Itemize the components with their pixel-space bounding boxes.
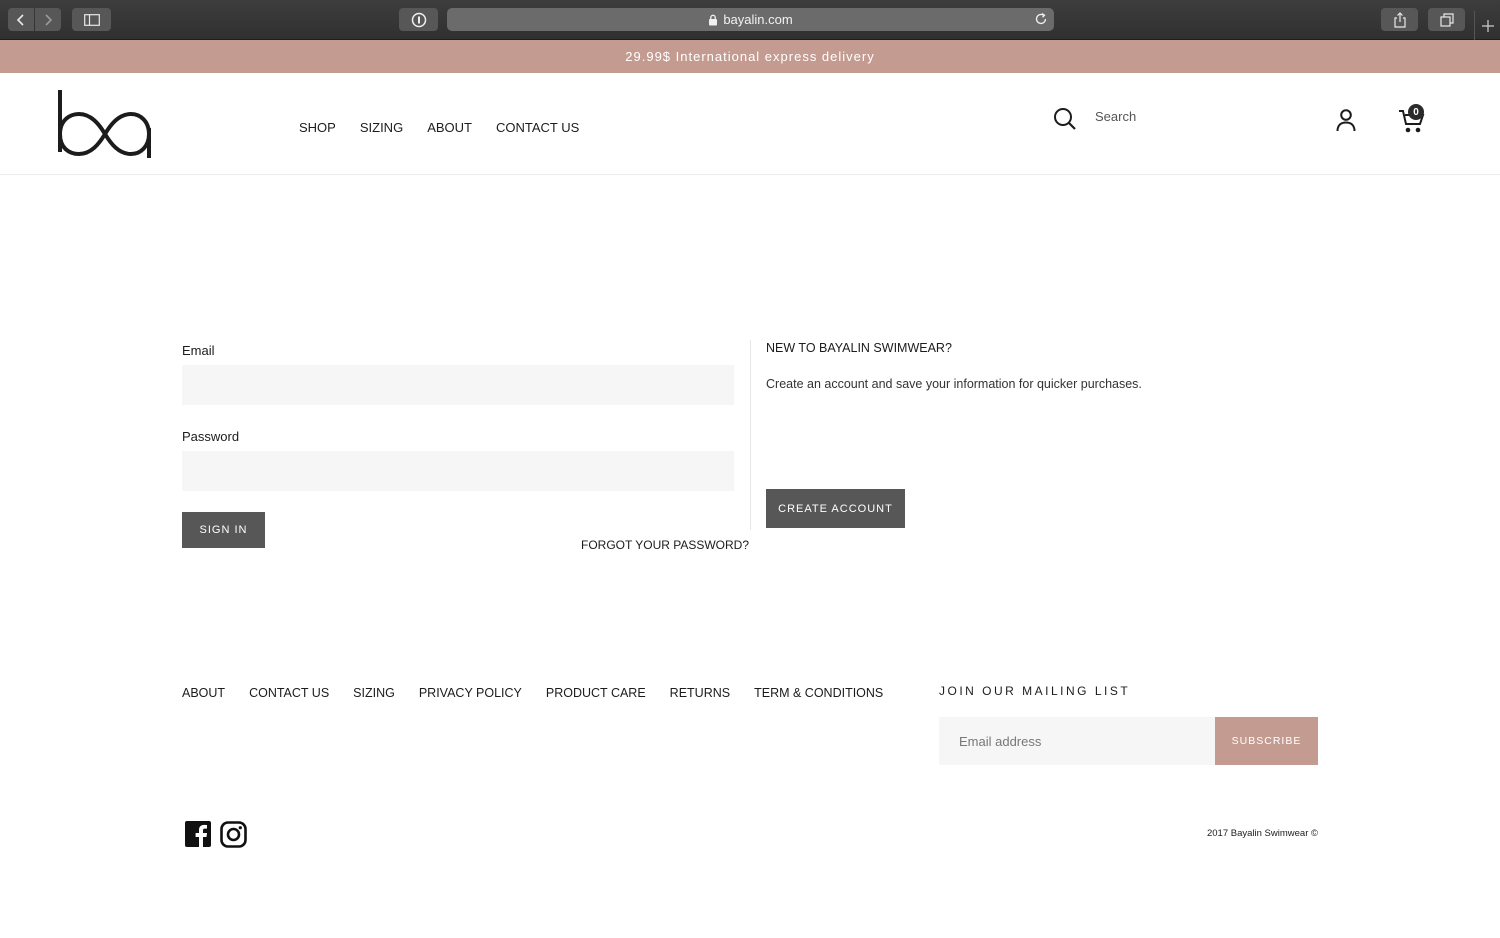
forgot-password-link[interactable]: FORGOT YOUR PASSWORD? xyxy=(581,538,749,552)
site-logo[interactable] xyxy=(57,90,153,163)
search-icon[interactable] xyxy=(1053,107,1077,131)
lock-icon xyxy=(709,14,718,25)
chevron-left-icon xyxy=(16,13,24,26)
nav-sizing[interactable]: SIZING xyxy=(360,120,403,135)
footer-nav: ABOUT CONTACT US SIZING PRIVACY POLICY P… xyxy=(182,686,883,700)
register-title: NEW TO BAYALIN SWIMWEAR? xyxy=(766,341,952,355)
cart-count-badge: 0 xyxy=(1408,104,1424,120)
footer-link-product-care[interactable]: PRODUCT CARE xyxy=(546,686,646,700)
sign-in-button[interactable]: SIGN IN xyxy=(182,512,265,548)
nav-contact-us[interactable]: CONTACT US xyxy=(496,120,579,135)
share-icon xyxy=(1393,11,1406,28)
main-nav: SHOP SIZING ABOUT CONTACT US xyxy=(299,120,579,135)
footer-link-privacy-policy[interactable]: PRIVACY POLICY xyxy=(419,686,522,700)
mailing-list-title: JOIN OUR MAILING LIST xyxy=(939,684,1131,698)
new-tab-button[interactable] xyxy=(1474,11,1500,40)
newsletter-email-input[interactable] xyxy=(939,717,1215,765)
announcement-text: 29.99$ International express delivery xyxy=(625,49,875,64)
nav-shop[interactable]: SHOP xyxy=(299,120,336,135)
password-button[interactable] xyxy=(399,8,438,31)
chevron-right-icon xyxy=(45,13,53,26)
footer-link-about[interactable]: ABOUT xyxy=(182,686,225,700)
copyright-text: 2017 Bayalin Swimwear © xyxy=(1206,828,1318,839)
back-button[interactable] xyxy=(8,8,34,31)
address-bar[interactable]: bayalin.com xyxy=(447,8,1054,31)
forward-button[interactable] xyxy=(35,8,61,31)
sidebar-toggle-button[interactable] xyxy=(72,8,111,31)
footer-link-sizing[interactable]: SIZING xyxy=(353,686,395,700)
bayalin-logo-icon xyxy=(58,90,152,158)
footer-link-returns[interactable]: RETURNS xyxy=(670,686,730,700)
email-field[interactable] xyxy=(182,365,734,405)
register-text: Create an account and save your informat… xyxy=(766,377,1142,391)
announcement-bar: 29.99$ International express delivery xyxy=(0,40,1500,73)
plus-icon xyxy=(1481,19,1494,32)
instagram-icon xyxy=(220,821,247,848)
instagram-link[interactable] xyxy=(220,821,247,853)
nav-about[interactable]: ABOUT xyxy=(427,120,472,135)
account-icon[interactable] xyxy=(1335,108,1357,132)
footer-link-contact-us[interactable]: CONTACT US xyxy=(249,686,329,700)
subscribe-button[interactable]: SUBSCRIBE xyxy=(1215,717,1318,765)
site-header: SHOP SIZING ABOUT CONTACT US 0 xyxy=(0,73,1500,175)
password-label: Password xyxy=(182,429,240,444)
browser-toolbar: bayalin.com xyxy=(0,0,1500,40)
password-field[interactable] xyxy=(182,451,734,491)
tabs-button[interactable] xyxy=(1428,8,1465,31)
reload-icon[interactable] xyxy=(1034,12,1048,26)
url-text: bayalin.com xyxy=(723,12,793,27)
search-input[interactable] xyxy=(1095,109,1295,124)
tabs-icon xyxy=(1439,12,1454,27)
share-button[interactable] xyxy=(1381,8,1418,31)
create-account-button[interactable]: CREATE ACCOUNT xyxy=(766,489,905,528)
column-divider xyxy=(750,340,751,530)
email-label: Email xyxy=(182,343,215,358)
sidebar-icon xyxy=(83,13,100,26)
footer-link-terms[interactable]: TERM & CONDITIONS xyxy=(754,686,883,700)
facebook-icon xyxy=(185,821,211,847)
facebook-link[interactable] xyxy=(185,821,211,852)
info-icon xyxy=(411,12,426,27)
